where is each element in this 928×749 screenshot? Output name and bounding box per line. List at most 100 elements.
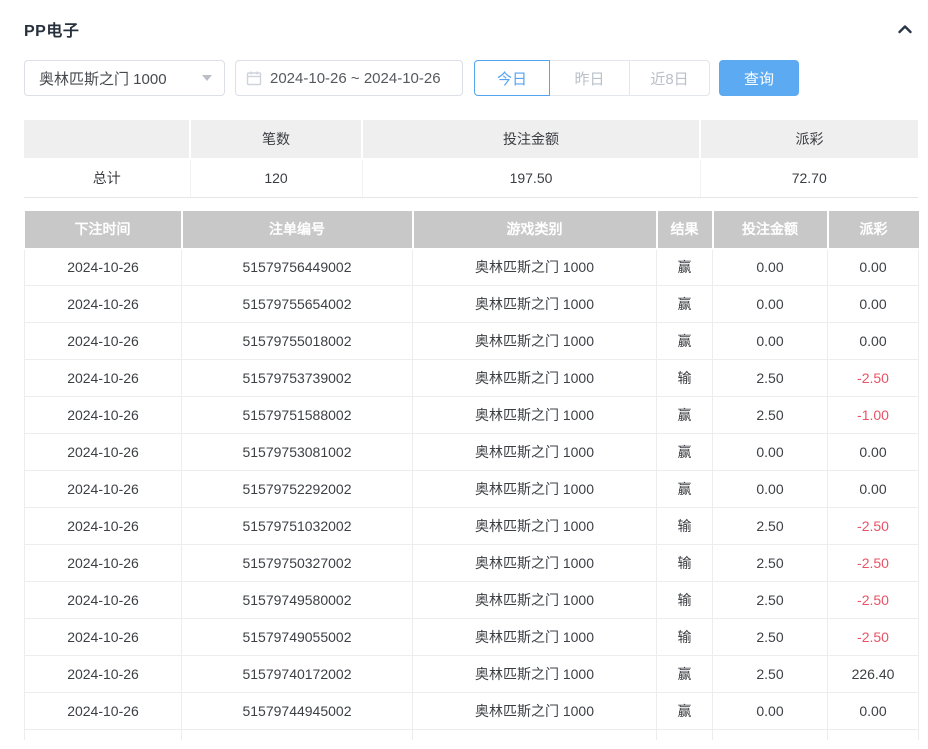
cell-result: 赢 xyxy=(656,692,713,730)
cell-bet-id: 51579750327002 xyxy=(181,544,413,582)
table-row: 2024-10-26 51579753739002 奥林匹斯之门 1000 输 … xyxy=(24,359,919,397)
summary-bet-amount-value: 197.50 xyxy=(362,159,701,198)
cell-payout: 0.00 xyxy=(827,248,919,286)
cell-bet-id xyxy=(181,729,413,740)
cell-bet-time: 2024-10-26 xyxy=(24,692,182,730)
query-button[interactable]: 查询 xyxy=(719,60,799,96)
titlebar: PP电子 xyxy=(24,17,918,41)
date-range-value: 2024-10-26 ~ 2024-10-26 xyxy=(270,69,441,87)
cell-bet-amount xyxy=(712,729,828,740)
cell-game-category: 奥林匹斯之门 1000 xyxy=(412,359,657,397)
collapse-chevron-button[interactable] xyxy=(894,18,916,40)
cell-bet-time: 2024-10-26 xyxy=(24,285,182,323)
summary-total-row: 总计 120 197.50 72.70 xyxy=(24,159,918,198)
cell-bet-time xyxy=(24,729,182,740)
summary-table: 笔数 投注金额 派彩 总计 120 197.50 72.70 xyxy=(24,120,918,198)
cell-bet-time: 2024-10-26 xyxy=(24,618,182,656)
cell-result: 赢 xyxy=(656,470,713,508)
table-row: 2024-10-26 51579755018002 奥林匹斯之门 1000 赢 … xyxy=(24,322,919,360)
cell-result: 输 xyxy=(656,581,713,619)
calendar-icon xyxy=(246,70,262,86)
bet-table-body: 2024-10-26 51579756449002 奥林匹斯之门 1000 赢 … xyxy=(24,248,919,740)
summary-count-value: 120 xyxy=(190,159,363,198)
bet-table-header-row: 下注时间 注单编号 游戏类别 结果 投注金额 派彩 xyxy=(24,210,919,250)
summary-payout-value: 72.70 xyxy=(700,159,918,198)
cell-bet-id: 51579753739002 xyxy=(181,359,413,397)
cell-bet-time: 2024-10-26 xyxy=(24,396,182,434)
cell-bet-time: 2024-10-26 xyxy=(24,507,182,545)
header-bet-amount: 投注金额 xyxy=(712,210,829,250)
table-row: 2024-10-26 51579750327002 奥林匹斯之门 1000 输 … xyxy=(24,544,919,582)
cell-bet-amount: 2.50 xyxy=(712,507,828,545)
cell-payout: 0.00 xyxy=(827,470,919,508)
cell-payout: 226.40 xyxy=(827,655,919,693)
quick-filter-last8days[interactable]: 近8日 xyxy=(630,60,710,96)
cell-bet-time: 2024-10-26 xyxy=(24,470,182,508)
header-payout: 派彩 xyxy=(827,210,919,250)
table-row: 2024-10-26 51579744945002 奥林匹斯之门 1000 赢 … xyxy=(24,692,919,730)
cell-game-category: 奥林匹斯之门 1000 xyxy=(412,248,657,286)
cell-bet-id: 51579749580002 xyxy=(181,581,413,619)
table-row: 2024-10-26 51579751588002 奥林匹斯之门 1000 赢 … xyxy=(24,396,919,434)
game-select-value: 奥林匹斯之门 1000 xyxy=(39,70,167,88)
cell-payout: -2.50 xyxy=(827,359,919,397)
cell-bet-id: 51579749055002 xyxy=(181,618,413,656)
summary-header-payout: 派彩 xyxy=(700,120,918,160)
quick-filter-group: 今日 昨日 近8日 xyxy=(474,60,710,96)
header-bet-time: 下注时间 xyxy=(24,210,183,250)
cell-payout: -1.00 xyxy=(827,396,919,434)
date-range-picker[interactable]: 2024-10-26 ~ 2024-10-26 xyxy=(235,60,463,96)
cell-bet-id: 51579756449002 xyxy=(181,248,413,286)
cell-bet-amount: 2.50 xyxy=(712,359,828,397)
cell-bet-amount: 2.50 xyxy=(712,655,828,693)
cell-result: 输 xyxy=(656,544,713,582)
quick-filter-today[interactable]: 今日 xyxy=(474,60,550,96)
cell-bet-id: 51579753081002 xyxy=(181,433,413,471)
cell-bet-amount: 2.50 xyxy=(712,618,828,656)
cell-game-category: 奥林匹斯之门 1000 xyxy=(412,285,657,323)
game-select[interactable]: 奥林匹斯之门 1000 xyxy=(24,60,225,96)
summary-header-bet-amount: 投注金额 xyxy=(362,120,701,160)
chevron-up-icon xyxy=(898,25,912,34)
cell-game-category: 奥林匹斯之门 1000 xyxy=(412,655,657,693)
cell-bet-time: 2024-10-26 xyxy=(24,581,182,619)
cell-bet-id: 51579751588002 xyxy=(181,396,413,434)
cell-payout xyxy=(827,729,919,740)
cell-game-category: 奥林匹斯之门 1000 xyxy=(412,470,657,508)
cell-bet-id: 51579751032002 xyxy=(181,507,413,545)
cell-bet-amount: 0.00 xyxy=(712,433,828,471)
table-row: 2024-10-26 51579749580002 奥林匹斯之门 1000 输 … xyxy=(24,581,919,619)
cell-result xyxy=(656,729,713,740)
cell-result: 输 xyxy=(656,618,713,656)
cell-bet-time: 2024-10-26 xyxy=(24,322,182,360)
cell-payout: -2.50 xyxy=(827,544,919,582)
cell-bet-id: 51579755018002 xyxy=(181,322,413,360)
cell-game-category: 奥林匹斯之门 1000 xyxy=(412,507,657,545)
cell-bet-amount: 2.50 xyxy=(712,544,828,582)
cell-bet-amount: 0.00 xyxy=(712,248,828,286)
cell-bet-amount: 0.00 xyxy=(712,692,828,730)
cell-bet-time: 2024-10-26 xyxy=(24,359,182,397)
summary-total-label: 总计 xyxy=(24,159,191,198)
cell-game-category: 奥林匹斯之门 1000 xyxy=(412,581,657,619)
summary-header-count: 笔数 xyxy=(190,120,363,160)
cell-result: 赢 xyxy=(656,433,713,471)
cell-payout: 0.00 xyxy=(827,692,919,730)
cell-bet-id: 51579755654002 xyxy=(181,285,413,323)
cell-game-category xyxy=(412,729,657,740)
cell-bet-time: 2024-10-26 xyxy=(24,544,182,582)
cell-game-category: 奥林匹斯之门 1000 xyxy=(412,433,657,471)
quick-filter-yesterday[interactable]: 昨日 xyxy=(550,60,630,96)
bet-records-table: 下注时间 注单编号 游戏类别 结果 投注金额 派彩 2024-10-26 515… xyxy=(24,210,919,740)
cell-bet-amount: 0.00 xyxy=(712,322,828,360)
cell-payout: -2.50 xyxy=(827,618,919,656)
cell-game-category: 奥林匹斯之门 1000 xyxy=(412,544,657,582)
cell-payout: -2.50 xyxy=(827,581,919,619)
cell-result: 输 xyxy=(656,359,713,397)
cell-result: 赢 xyxy=(656,655,713,693)
cell-payout: 0.00 xyxy=(827,322,919,360)
table-row: 2024-10-26 51579752292002 奥林匹斯之门 1000 赢 … xyxy=(24,470,919,508)
cell-bet-amount: 2.50 xyxy=(712,396,828,434)
cell-bet-id: 51579752292002 xyxy=(181,470,413,508)
header-result: 结果 xyxy=(656,210,714,250)
